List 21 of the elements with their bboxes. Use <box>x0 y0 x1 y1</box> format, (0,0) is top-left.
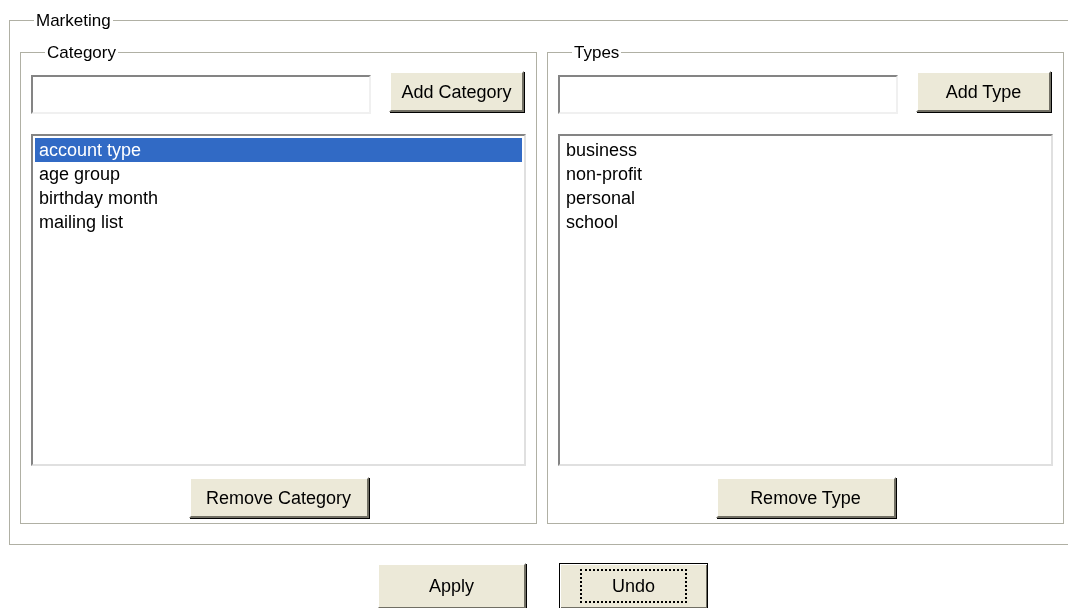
list-item[interactable]: personal <box>562 186 1049 210</box>
panel-title: Types <box>573 41 621 64</box>
dialog-button[interactable]: Undo <box>559 563 708 608</box>
list-item[interactable]: age group <box>35 162 522 186</box>
remove-button[interactable]: Remove Type <box>715 477 896 518</box>
list-item[interactable]: business <box>562 138 1049 162</box>
list-item[interactable]: school <box>562 210 1049 234</box>
dialog-button[interactable]: Apply <box>377 563 526 608</box>
list-item[interactable]: mailing list <box>35 210 522 234</box>
list-item[interactable]: non-profit <box>562 162 1049 186</box>
remove-button[interactable]: Remove Category <box>188 477 369 518</box>
add-button[interactable]: Add Category <box>389 71 524 112</box>
list-item[interactable]: account type <box>35 138 522 162</box>
text-field[interactable] <box>31 75 371 114</box>
list-box[interactable]: business non-profit personal school <box>558 134 1053 466</box>
panel-title: Category <box>46 41 117 64</box>
group-title: Marketing <box>35 10 112 32</box>
add-button[interactable]: Add Type <box>916 71 1051 112</box>
list-box[interactable]: account type age group birthday month mailing list <box>31 134 526 466</box>
list-item[interactable]: birthday month <box>35 186 522 210</box>
text-field[interactable] <box>558 75 898 114</box>
